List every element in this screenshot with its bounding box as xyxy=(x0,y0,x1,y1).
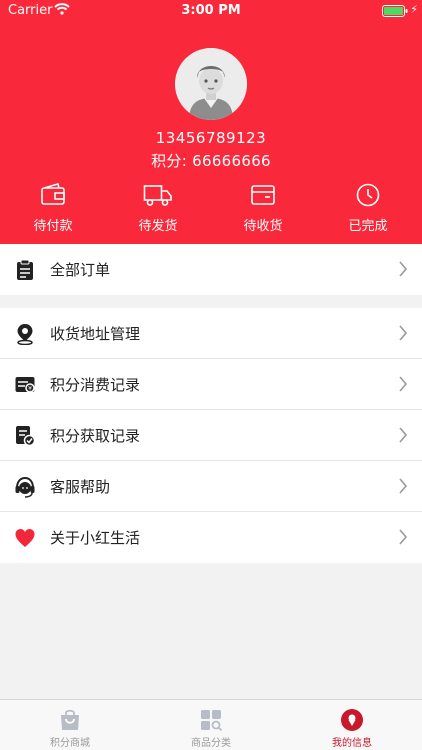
menu-item-address[interactable]: 收货地址管理 xyxy=(0,308,422,359)
chevron-right-icon xyxy=(398,529,408,549)
clock-icon xyxy=(328,182,408,208)
chevron-right-icon xyxy=(398,325,408,345)
battery-icon xyxy=(382,5,408,21)
tab-label: 积分商城 xyxy=(50,738,90,749)
menu-item-points-earning[interactable]: 积分获取记录 xyxy=(0,410,422,461)
tab-label: 商品分类 xyxy=(191,738,231,749)
order-completed[interactable]: 已完成 xyxy=(328,180,408,240)
phone-number: 13456789123 xyxy=(155,129,267,147)
all-orders-group: 全部订单 xyxy=(0,244,422,295)
status-time: 3:00 PM xyxy=(181,3,241,18)
shopping-bag-icon xyxy=(0,708,140,732)
profile-header: Carrier 3:00 PM ⚡ 13456789123 积分: 666666… xyxy=(0,0,422,244)
avatar[interactable] xyxy=(175,48,247,120)
menu-item-label: 客服帮助 xyxy=(50,478,111,496)
tab-label: 我的信息 xyxy=(332,738,372,749)
all-orders-item[interactable]: 全部订单 xyxy=(0,244,422,295)
svg-text:¥: ¥ xyxy=(28,386,32,393)
status-bar: Carrier 3:00 PM ⚡ xyxy=(0,0,422,22)
heart-icon xyxy=(14,527,36,549)
menu-item-customer-service[interactable]: 客服帮助 xyxy=(0,461,422,512)
charging-icon: ⚡ xyxy=(410,3,418,16)
chevron-right-icon xyxy=(398,261,408,281)
order-status-row: 待付款 待发货 待收货 已完成 xyxy=(0,180,422,240)
order-pending-payment-label: 待付款 xyxy=(33,219,73,234)
menu-item-about[interactable]: 关于小红生活 xyxy=(0,512,422,563)
receipt-icon: ¥ xyxy=(14,374,36,396)
user-badge-icon xyxy=(282,708,422,732)
tab-categories[interactable]: 商品分类 xyxy=(141,700,281,750)
settings-menu: 收货地址管理 ¥ 积分消费记录 积分获取记录 客服帮助 关于小红生活 xyxy=(0,308,422,563)
menu-item-label: 关于小红生活 xyxy=(50,529,141,547)
tab-bar: 积分商城 商品分类 我的信息 xyxy=(0,699,422,750)
menu-item-label: 收货地址管理 xyxy=(50,325,141,343)
box-icon xyxy=(223,182,303,208)
menu-item-label: 积分获取记录 xyxy=(50,427,141,445)
tab-my-info[interactable]: 我的信息 xyxy=(282,700,422,750)
menu-item-label: 积分消费记录 xyxy=(50,376,141,394)
all-orders-label: 全部订单 xyxy=(50,261,111,279)
wallet-icon xyxy=(13,182,93,208)
chevron-right-icon xyxy=(398,427,408,447)
tab-points-mall[interactable]: 积分商城 xyxy=(0,700,140,750)
headset-icon xyxy=(14,476,36,498)
location-pin-icon xyxy=(14,323,36,346)
order-pending-payment[interactable]: 待付款 xyxy=(13,180,93,240)
points-balance: 积分: 66666666 xyxy=(151,152,271,170)
order-completed-label: 已完成 xyxy=(348,219,388,234)
order-pending-receipt[interactable]: 待收货 xyxy=(223,180,303,240)
order-pending-receipt-label: 待收货 xyxy=(243,219,283,234)
truck-icon xyxy=(118,182,198,208)
menu-item-points-spending[interactable]: ¥ 积分消费记录 xyxy=(0,359,422,410)
clipboard-icon xyxy=(14,259,36,281)
document-check-icon xyxy=(14,425,36,447)
order-pending-shipment-label: 待发货 xyxy=(138,219,178,234)
chevron-right-icon xyxy=(398,376,408,396)
order-pending-shipment[interactable]: 待发货 xyxy=(118,180,198,240)
chevron-right-icon xyxy=(398,478,408,498)
grid-search-icon xyxy=(141,708,281,732)
